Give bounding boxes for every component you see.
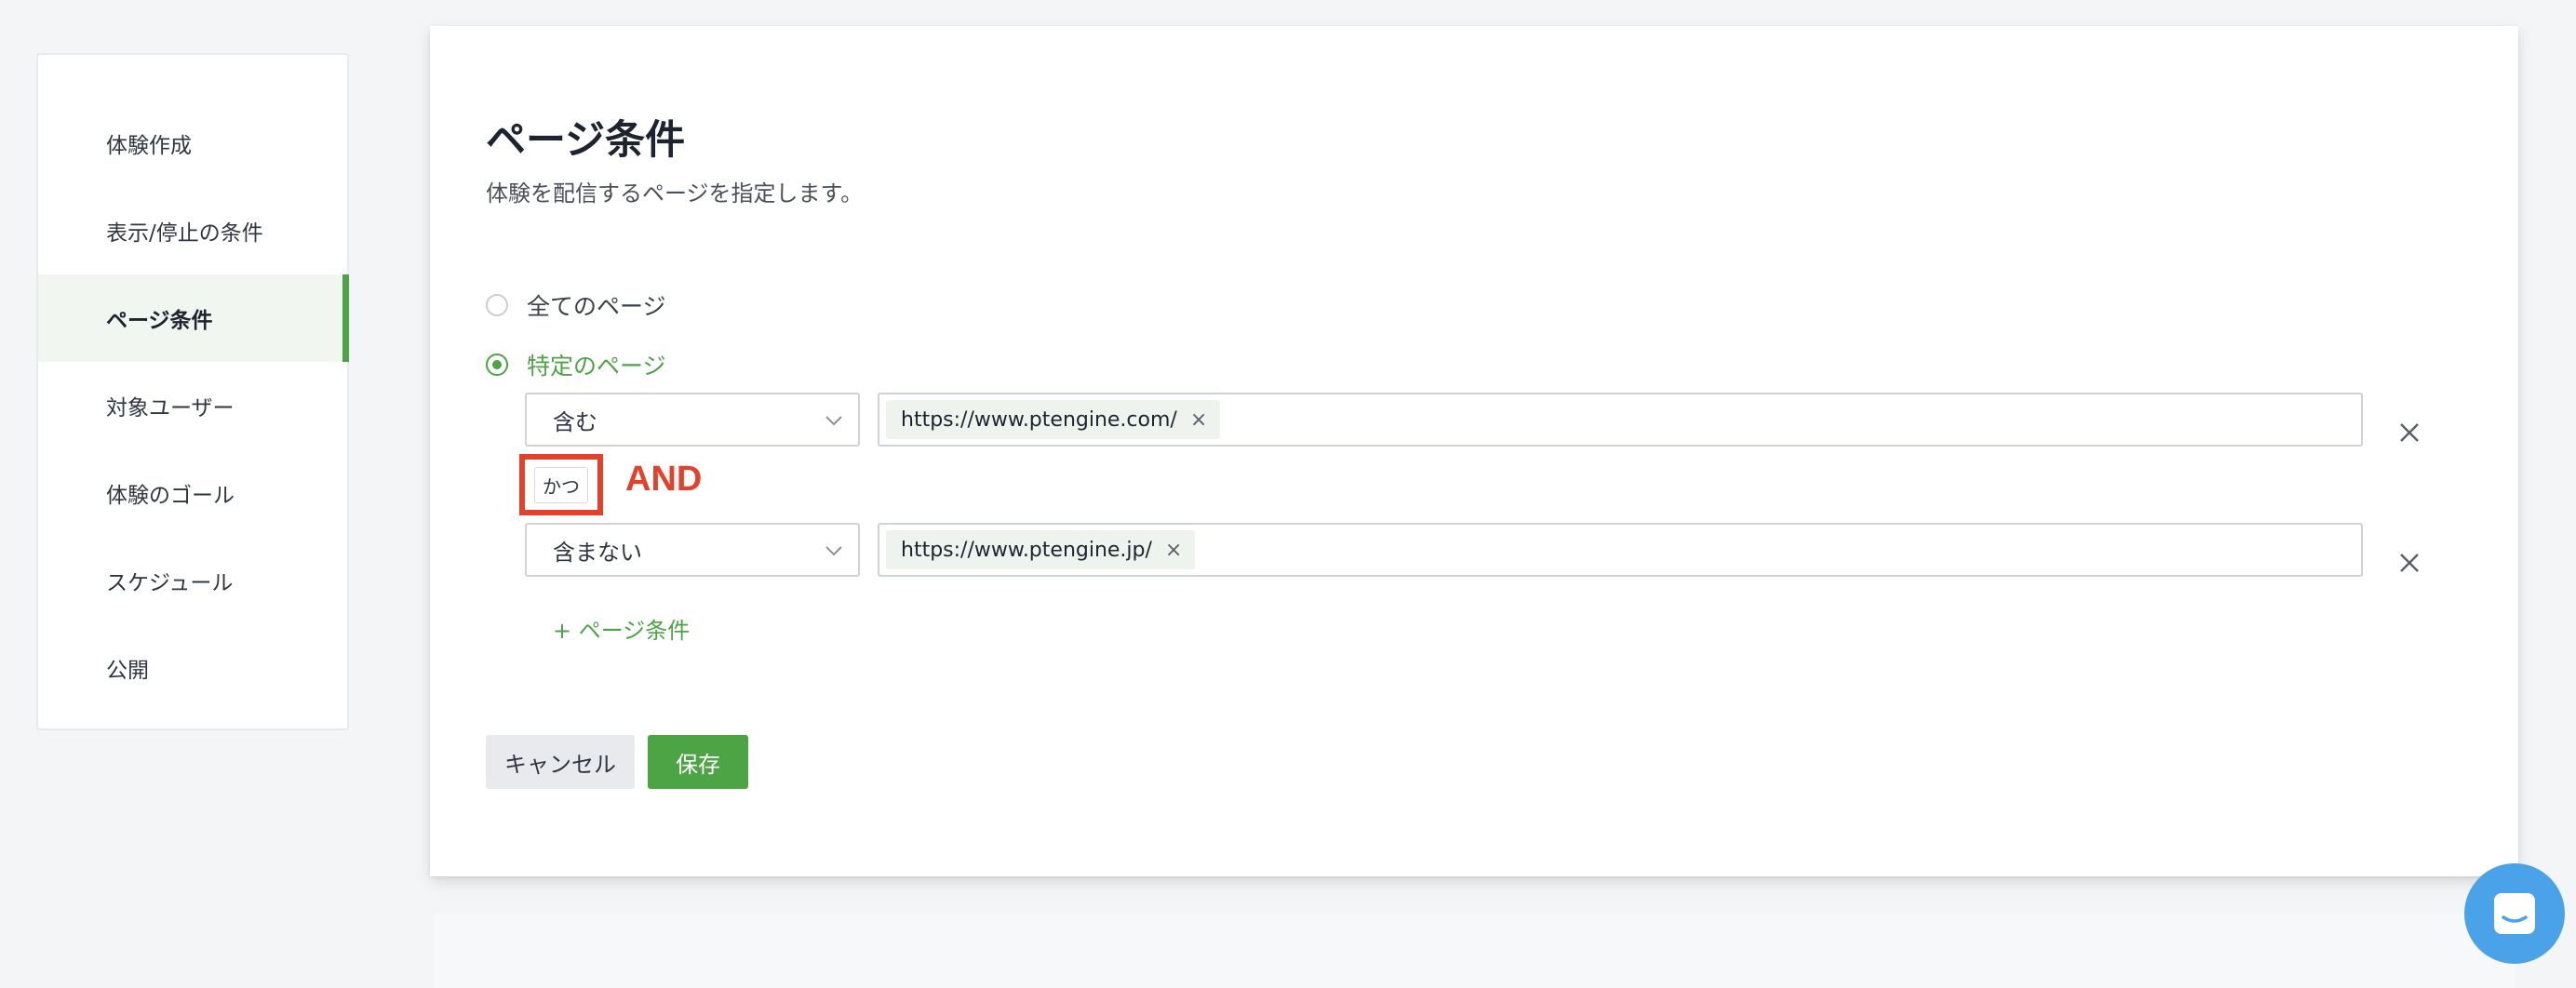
lower-panel [434, 914, 2515, 988]
cancel-button[interactable]: キャンセル [486, 735, 635, 789]
sidebar-item-goals[interactable]: 体験のゴール [38, 449, 347, 537]
sidebar-item-label: 公開 [106, 659, 149, 683]
page-conditions-card: ページ条件 体験を配信するページを指定します。 全てのページ 特定のページ 含む… [430, 26, 2518, 876]
sidebar-item-display-conditions[interactable]: 表示/停止の条件 [38, 187, 347, 274]
select-value: 含む [553, 408, 597, 435]
chevron-down-icon [825, 416, 842, 426]
sidebar-item-label: スケジュール [106, 571, 234, 595]
sidebar-nav: 体験作成 表示/停止の条件 ページ条件 対象ユーザー 体験のゴール スケジュール… [36, 53, 349, 730]
url-tag: https://www.ptengine.jp/ × [886, 530, 1196, 569]
url-tag-input[interactable]: https://www.ptengine.jp/ × [878, 523, 2363, 577]
url-tag-label: https://www.ptengine.com/ [901, 407, 1177, 432]
sidebar-item-label: ページ条件 [106, 309, 213, 333]
url-tag-label: https://www.ptengine.jp/ [901, 538, 1152, 562]
and-annotation-label: AND [625, 460, 703, 499]
add-page-condition-link[interactable]: + ページ条件 [553, 612, 690, 645]
url-tag: https://www.ptengine.com/ × [886, 400, 1221, 439]
radio-label: 全てのページ [527, 293, 666, 320]
page-subtitle: 体験を配信するページを指定します。 [486, 180, 864, 207]
sidebar-item-schedule[interactable]: スケジュール [38, 537, 347, 624]
radio-specific-pages[interactable]: 特定のページ [486, 348, 666, 381]
remove-tag-icon[interactable]: × [1190, 408, 1207, 432]
delete-condition-icon[interactable] [2395, 549, 2423, 577]
radio-circle-checked[interactable] [486, 354, 508, 376]
select-value: 含まない [553, 539, 642, 566]
radio-all-pages[interactable]: 全てのページ [486, 288, 666, 322]
radio-label: 特定のページ [527, 353, 666, 380]
url-tag-input[interactable]: https://www.ptengine.com/ × [878, 393, 2363, 447]
sidebar-item-label: 対象ユーザー [106, 396, 235, 421]
page-title: ページ条件 [486, 117, 686, 164]
remove-tag-icon[interactable]: × [1165, 539, 1182, 562]
condition-operator-select[interactable]: 含む [525, 393, 860, 447]
save-button[interactable]: 保存 [648, 735, 748, 789]
sidebar-item-publish[interactable]: 公開 [38, 624, 347, 712]
sidebar-item-page-conditions[interactable]: ページ条件 [38, 274, 349, 362]
sidebar-item-experience-create[interactable]: 体験作成 [38, 100, 347, 187]
sidebar-item-label: 体験作成 [106, 134, 192, 158]
sidebar-item-target-users[interactable]: 対象ユーザー [38, 362, 347, 449]
chat-launcher-button[interactable] [2464, 863, 2565, 964]
chevron-down-icon [825, 546, 842, 556]
chat-icon [2494, 893, 2535, 934]
delete-condition-icon[interactable] [2395, 419, 2423, 447]
condition-operator-select[interactable]: 含まない [525, 523, 860, 577]
and-connector-highlight: かつ [519, 454, 603, 515]
sidebar-item-label: 体験のゴール [106, 484, 235, 508]
radio-circle[interactable] [486, 294, 508, 316]
and-connector-chip[interactable]: かつ [534, 466, 588, 503]
sidebar-item-label: 表示/停止の条件 [106, 221, 263, 246]
